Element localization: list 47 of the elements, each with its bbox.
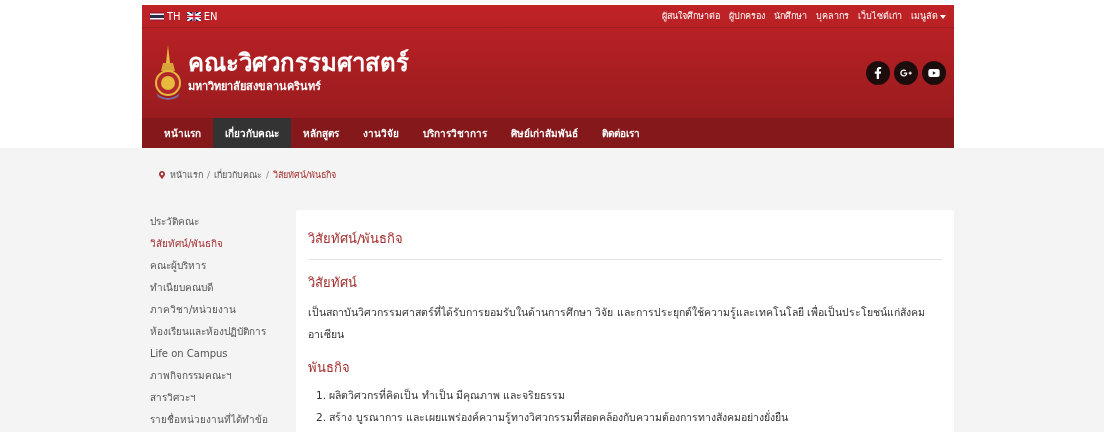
sidebar-link[interactable]: ห้องเรียนและห้องปฏิบัติการ <box>150 325 282 339</box>
thai-flag-icon <box>150 11 164 21</box>
university-subtitle: มหาวิทยาลัยสงขลานครินทร์ <box>188 78 322 95</box>
caret-icon <box>940 14 946 19</box>
sidebar-link[interactable]: ทำเนียบคณบดี <box>150 281 282 295</box>
google-plus-button[interactable] <box>894 60 918 85</box>
list-item: 1. ผลิตวิศวกรที่คิดเป็น ทำเป็น มีคุณภาพ และจริยธรรม <box>316 387 567 404</box>
sidebar-link[interactable]: ภาพกิจกรรมคณะฯ <box>150 369 282 383</box>
top-link[interactable]: ผู้สนใจศึกษาต่อ <box>662 9 720 23</box>
sidebar-link[interactable]: ภาควิชา/หน่วยงาน <box>150 303 282 317</box>
language-link[interactable]: TH <box>150 10 181 22</box>
faculty-title: คณะวิศวกรรมศาสตร์ <box>188 50 409 77</box>
breadcrumb-link[interactable]: เกี่ยวกับคณะ <box>214 168 263 182</box>
list-item: 2. สร้าง บูรณาการ และเผยแพร่องค์ความรู้ทางวิศวกรรมที่สอดคล้องกับความต้องการทางสังคมอย่างยั่งยืน <box>316 409 790 426</box>
nav-tab[interactable]: เกี่ยวกับคณะ <box>213 118 291 148</box>
sidebar-link[interactable]: คณะผู้บริหาร <box>150 259 282 273</box>
sidebar-link[interactable]: รายชื่อหน่วยงานที่ได้ทำข้อ <box>150 413 282 427</box>
sidebar-link[interactable]: ประวัติคณะ <box>150 215 282 229</box>
top-link[interactable]: บุคลากร <box>816 9 849 23</box>
map-pin-icon <box>158 171 166 179</box>
facebook-icon <box>872 66 884 79</box>
page-heading: วิสัยทัศน์/พันธกิจ <box>308 228 942 260</box>
section-heading: วิสัยทัศน์ <box>308 274 358 292</box>
top-link[interactable]: นักศึกษา <box>774 9 807 23</box>
quick-menu-dropdown[interactable]: เมนูลัด <box>911 9 946 23</box>
nav-tab[interactable]: หน้าแรก <box>152 118 213 148</box>
sidebar-link[interactable]: สารวิศวะฯ <box>150 391 282 405</box>
sidebar-link[interactable]: Life on Campus <box>150 347 282 361</box>
nav-tab[interactable]: บริการวิชาการ <box>411 118 499 148</box>
nav-tab[interactable]: งานวิจัย <box>351 118 411 148</box>
nav-tab[interactable]: หลักสูตร <box>291 118 351 148</box>
breadcrumb-separator: / <box>266 170 270 180</box>
facebook-button[interactable] <box>866 60 890 85</box>
youtube-icon <box>928 66 940 79</box>
sidebar-link[interactable]: วิสัยทัศน์/พันธกิจ <box>150 237 282 251</box>
uk-flag-icon <box>186 11 201 21</box>
nav-tab[interactable]: ศิษย์เก่าสัมพันธ์ <box>499 118 590 148</box>
paragraph: เป็นสถาบันวิศวกรรมศาสตร์ที่ได้รับการยอมรับในด้านการศึกษา วิจัย และการประยุกต์ใช้ความรู้และเทคโนโลยี เพื่อเป็นประโยชน์แก่สังคมอาเซียน <box>308 304 926 342</box>
breadcrumb-link[interactable]: วิสัยทัศน์/พันธกิจ <box>273 168 337 182</box>
youtube-button[interactable] <box>922 60 946 85</box>
top-link[interactable]: เว็บไซต์เก่า <box>858 9 902 23</box>
top-link[interactable]: ผู้ปกครอง <box>729 9 765 23</box>
language-link[interactable]: EN <box>186 10 218 22</box>
section-heading: พันธกิจ <box>308 359 351 377</box>
breadcrumb-separator: / <box>207 170 211 180</box>
breadcrumb-link[interactable]: หน้าแรก <box>170 168 203 182</box>
nav-tab[interactable]: ติดต่อเรา <box>590 118 652 148</box>
